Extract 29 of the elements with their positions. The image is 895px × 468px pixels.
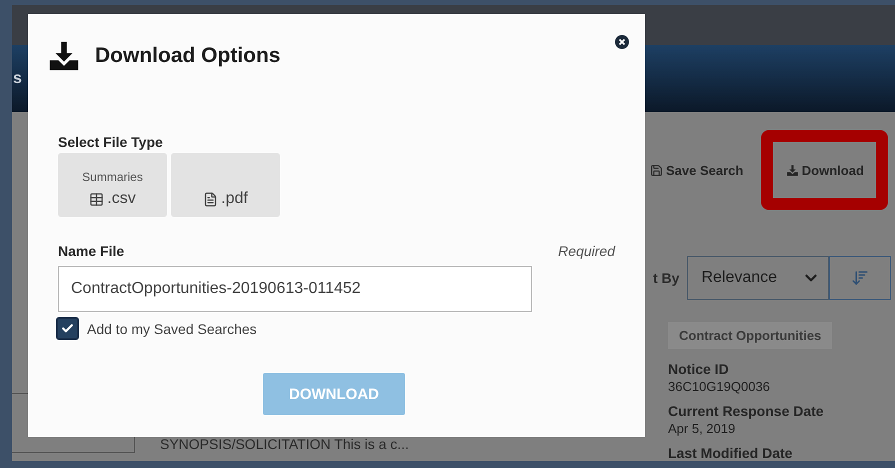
name-file-label: Name File <box>58 243 124 259</box>
dialog-title: Download Options <box>95 44 280 68</box>
sort-label: t By <box>653 270 680 286</box>
field-label: Notice ID <box>668 361 730 377</box>
save-icon <box>650 164 663 176</box>
file-icon <box>203 192 218 206</box>
close-icon[interactable] <box>615 35 629 49</box>
sort-icon <box>851 269 870 287</box>
table-icon <box>89 192 104 206</box>
field-value: 36C10G19Q0036 <box>668 379 771 394</box>
download-button[interactable]: Download <box>761 130 888 210</box>
header-text: s <box>13 70 22 88</box>
checkbox-label: Add to my Saved Searches <box>87 320 257 336</box>
file-name-field[interactable]: ContractOpportunities-20190613-011452 <box>58 266 532 312</box>
file-type-option[interactable]: .pdf <box>171 153 280 217</box>
result-description: SYNOPSIS/SOLICITATION This is a c... <box>160 436 410 452</box>
field-label: Current Response Date <box>668 403 825 419</box>
field-label: Last Modified Date <box>668 445 794 461</box>
download-icon <box>786 164 799 176</box>
result-tag: Contract Opportunities <box>668 322 832 349</box>
checkbox[interactable] <box>56 317 79 340</box>
save-search-button[interactable]: Save Search <box>645 162 744 178</box>
check-icon <box>61 322 74 335</box>
download-icon <box>47 39 81 73</box>
required-hint: Required <box>558 243 615 259</box>
file-type-label: Select File Type <box>58 134 164 150</box>
file-type-option[interactable]: Summaries .csv <box>58 153 167 217</box>
field-value: Apr 5, 2019 <box>668 421 736 436</box>
sort-select[interactable]: Relevance <box>687 256 830 300</box>
